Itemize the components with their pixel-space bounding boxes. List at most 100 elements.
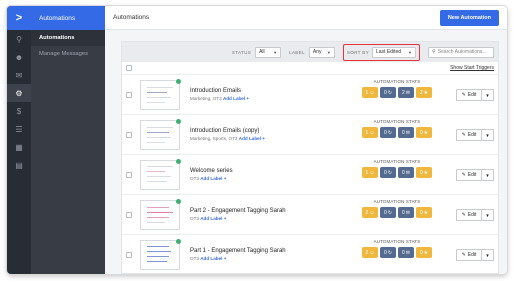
deals-icon[interactable]: $	[7, 102, 31, 120]
automation-thumbnail[interactable]	[140, 78, 181, 110]
icon-rail: > ⚲ ☻ ✉ ⚙ $ ☰ ▦ ▤	[7, 6, 31, 274]
emails-stat[interactable]: 0 ✉	[398, 127, 414, 138]
stat-value: 1	[365, 129, 369, 136]
edit-dropdown-button[interactable]: ▼	[482, 209, 494, 221]
automation-row[interactable]: Part 1 - Engagement Tagging Sarah OT3 Ad…	[122, 234, 498, 274]
edit-dropdown-button[interactable]: ▼	[482, 89, 494, 101]
goals-stat[interactable]: 2 ★	[416, 87, 432, 98]
automation-thumbnail[interactable]	[140, 198, 181, 230]
completed-stat[interactable]: 0 ↻	[380, 247, 396, 258]
thumbnail-preview-line	[147, 170, 165, 172]
star-icon: ★	[423, 169, 429, 176]
status-select[interactable]: All ▼	[255, 46, 282, 58]
add-label-link[interactable]: Add Label +	[200, 176, 226, 181]
completed-stat[interactable]: 0 ↻	[380, 127, 396, 138]
contacts-active-stat[interactable]: 1 ☺	[362, 167, 378, 178]
emails-stat[interactable]: 0 ✉	[398, 247, 414, 258]
forms-icon[interactable]: ▦	[7, 138, 31, 156]
add-label-link[interactable]: Add Label +	[200, 216, 226, 221]
automation-row[interactable]: Introduction Emails (copy) Marketing, Sp…	[122, 114, 498, 154]
add-label-link[interactable]: Add Label +	[200, 256, 226, 261]
refresh-icon: ↻	[387, 129, 392, 136]
automations-icon[interactable]: ⚙	[7, 84, 31, 102]
automation-name[interactable]: Part 1 - Engagement Tagging Sarah	[190, 248, 340, 254]
thumbnail-preview-line	[147, 101, 165, 103]
completed-stat[interactable]: 0 ↻	[380, 87, 396, 98]
row-checkbox[interactable]	[126, 91, 132, 98]
edit-dropdown-button[interactable]: ▼	[482, 129, 494, 141]
chevron-down-icon: ▼	[485, 132, 490, 138]
edit-button[interactable]: ✎ Edit	[456, 249, 482, 261]
edit-dropdown-button[interactable]: ▼	[482, 249, 494, 261]
emails-stat[interactable]: 0 ✉	[398, 207, 414, 218]
completed-stat[interactable]: 0 ↻	[380, 167, 396, 178]
automation-stats-label: AUTOMATION STATS	[373, 199, 421, 204]
goals-stat[interactable]: 0 ★	[416, 247, 432, 258]
label-list: OT3	[190, 176, 199, 181]
contacts-active-stat[interactable]: 2 ☺	[362, 207, 378, 218]
automation-thumbnail[interactable]	[140, 118, 181, 150]
contacts-active-stat[interactable]: 2 ☺	[362, 247, 378, 258]
new-automation-button[interactable]: New Automation	[439, 9, 499, 26]
contacts-active-stat[interactable]: 1 ☺	[362, 87, 378, 98]
row-checkbox[interactable]	[126, 211, 132, 218]
edit-button[interactable]: ✎ Edit	[456, 89, 482, 101]
contacts-icon[interactable]: ☻	[7, 48, 31, 66]
edit-button[interactable]: ✎ Edit	[456, 209, 482, 221]
list-header: Show Start Triggers	[122, 62, 498, 74]
emails-stat[interactable]: 0 ✉	[398, 167, 414, 178]
users-icon: ☺	[369, 209, 375, 216]
automation-stats: AUTOMATION STATS 2 ☺ 0 ↻ 0 ✉ 0 ★	[360, 239, 434, 258]
automation-thumbnail[interactable]	[140, 238, 181, 270]
campaigns-icon[interactable]: ✉	[7, 66, 31, 84]
subnav-item-automations[interactable]: Automations	[31, 30, 105, 46]
label-select[interactable]: Any ▼	[308, 46, 335, 58]
lists-icon[interactable]: ☰	[7, 120, 31, 138]
top-bar: Automations New Automation	[105, 6, 507, 30]
emails-stat[interactable]: 2 ✉	[398, 87, 414, 98]
goals-stat[interactable]: 0 ★	[416, 207, 432, 218]
automation-stats: AUTOMATION STATS 2 ☺ 0 ↻ 0 ✉ 0 ★	[360, 199, 434, 218]
search-icon: ⚲	[432, 49, 436, 55]
reports-icon[interactable]: ▤	[7, 156, 31, 174]
star-icon: ★	[423, 249, 429, 256]
show-start-triggers-link[interactable]: Show Start Triggers	[450, 65, 494, 71]
automation-row[interactable]: Part 2 - Engagement Tagging Sarah OT3 Ad…	[122, 194, 498, 234]
row-checkbox[interactable]	[126, 171, 132, 178]
label-list: Marketing, OT3	[190, 96, 222, 101]
automation-stats: AUTOMATION STATS 1 ☺ 0 ↻ 2 ✉ 2 ★	[360, 79, 434, 98]
automation-name[interactable]: Welcome series	[190, 168, 340, 174]
goals-stat[interactable]: 0 ★	[416, 167, 432, 178]
sort-by-select[interactable]: Last Edited ▼	[372, 46, 416, 58]
search-icon[interactable]: ⚲	[7, 30, 31, 48]
logo[interactable]: >	[7, 6, 31, 30]
envelope-icon: ✉	[405, 249, 410, 256]
envelope-icon: ✉	[405, 169, 410, 176]
select-all-checkbox[interactable]	[126, 65, 132, 71]
stat-value: 0	[419, 249, 423, 256]
automation-name[interactable]: Part 2 - Engagement Tagging Sarah	[190, 208, 340, 214]
automation-thumbnail[interactable]	[140, 158, 181, 190]
contacts-active-stat[interactable]: 1 ☺	[362, 127, 378, 138]
edit-button[interactable]: ✎ Edit	[456, 129, 482, 141]
add-label-link[interactable]: Add Label +	[239, 136, 265, 141]
users-icon: ☺	[369, 89, 375, 96]
edit-button[interactable]: ✎ Edit	[456, 169, 482, 181]
completed-stat[interactable]: 0 ↻	[380, 207, 396, 218]
automation-name[interactable]: Introduction Emails (copy)	[190, 128, 340, 134]
envelope-icon: ✉	[405, 209, 410, 216]
active-status-icon	[176, 118, 181, 124]
add-label-link[interactable]: Add Label +	[223, 96, 249, 101]
goals-stat[interactable]: 0 ★	[416, 127, 432, 138]
thumbnail-preview-line	[147, 136, 171, 138]
subnav-item-manage-messages[interactable]: Manage Messages	[31, 46, 105, 62]
thumbnail-preview-line	[147, 126, 173, 128]
pencil-icon: ✎	[461, 92, 466, 98]
search-input[interactable]: ⚲ Search Automations...	[428, 46, 494, 58]
automation-row[interactable]: Introduction Emails Marketing, OT3 Add L…	[122, 74, 498, 114]
row-checkbox[interactable]	[126, 131, 132, 138]
automation-name[interactable]: Introduction Emails	[190, 88, 340, 94]
row-checkbox[interactable]	[126, 251, 132, 258]
automation-row[interactable]: Welcome series OT3 Add Label + AUTOMATIO…	[122, 154, 498, 194]
edit-dropdown-button[interactable]: ▼	[482, 169, 494, 181]
